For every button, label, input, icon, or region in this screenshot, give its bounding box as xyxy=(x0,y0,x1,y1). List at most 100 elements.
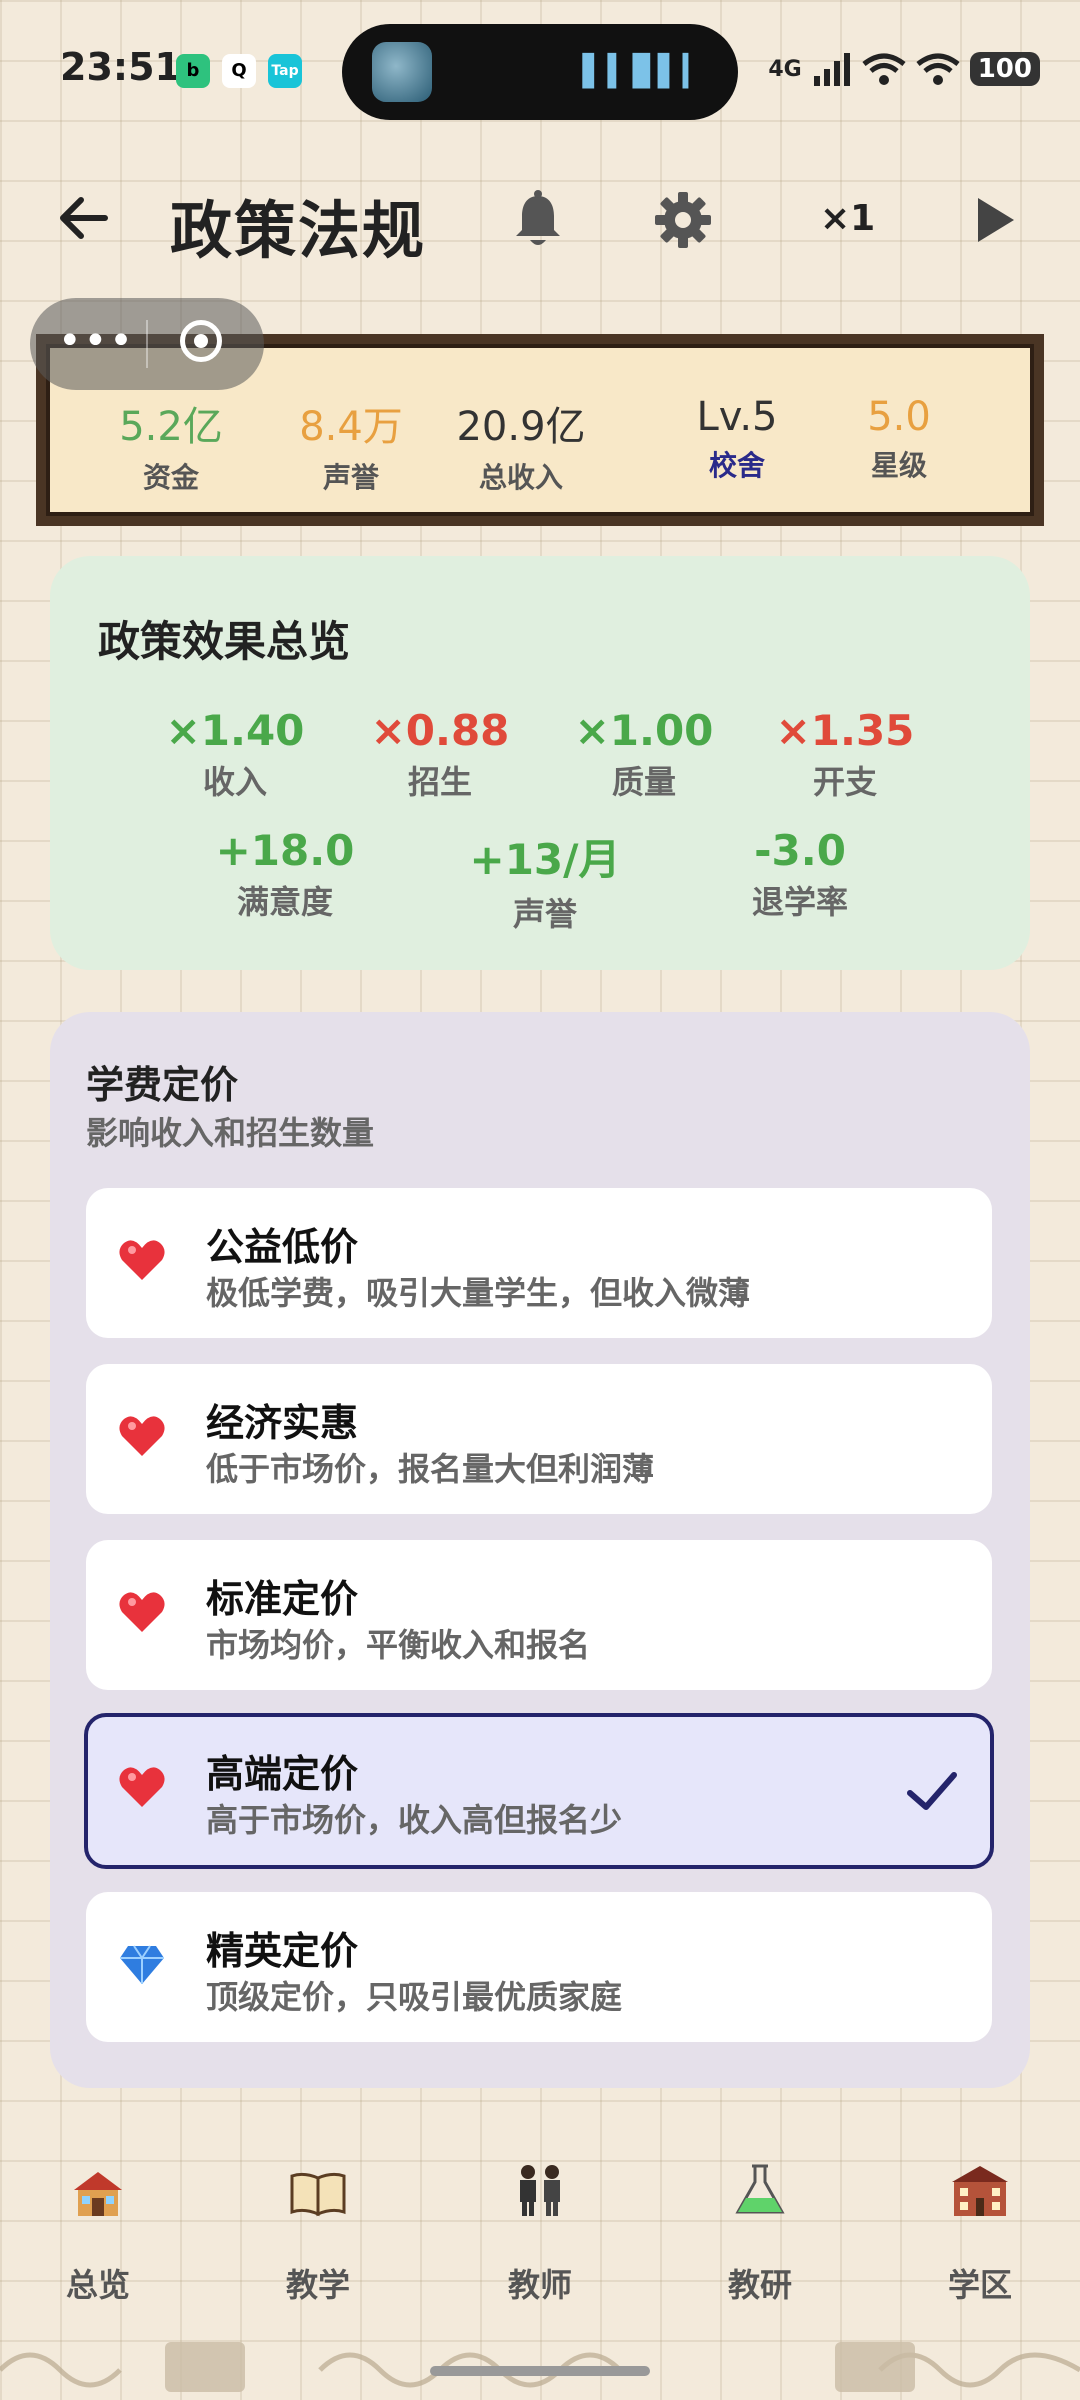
metric-enrollment: ×0.88 招生 xyxy=(340,706,540,803)
checkmark-icon xyxy=(907,1772,957,1810)
heart-icon xyxy=(119,1240,165,1280)
network-type: 4G xyxy=(768,56,802,82)
tap-notification-icon: Tap xyxy=(268,54,302,88)
book-icon xyxy=(238,2160,398,2240)
overview-title: 政策效果总览 xyxy=(98,617,351,666)
tuition-pricing-section: 学费定价 影响收入和招生数量 公益低价 极低学费，吸引大量学生，但收入微薄 经济… xyxy=(50,1012,1030,2088)
pricing-option-elite[interactable]: 精英定价 顶级定价，只吸引最优质家庭 xyxy=(86,1892,992,2042)
status-indicators: 4G 100 xyxy=(768,52,1040,86)
decorative-border xyxy=(0,2342,1080,2392)
stat-reputation: 8.4万 声誉 xyxy=(276,394,426,496)
option-description: 极低学费，吸引大量学生，但收入微薄 xyxy=(206,1274,751,1312)
metric-value: ×1.40 xyxy=(165,706,305,755)
metric-value: -3.0 xyxy=(754,826,846,875)
metric-label: 声誉 xyxy=(512,895,577,933)
gear-icon[interactable] xyxy=(653,190,713,250)
stat-value: Lv.5 xyxy=(696,394,778,440)
metric-value: ×0.88 xyxy=(370,706,510,755)
pricing-option-standard[interactable]: 标准定价 市场均价，平衡收入和报名 xyxy=(86,1540,992,1690)
play-icon[interactable] xyxy=(978,198,1014,242)
stat-label: 星级 xyxy=(870,449,927,482)
heart-icon xyxy=(119,1416,165,1456)
house-icon xyxy=(18,2160,178,2240)
mini-program-capsule: ••• xyxy=(30,298,264,390)
dynamic-island: ▌▍▊▌▎ xyxy=(342,24,738,120)
home-indicator[interactable] xyxy=(430,2366,650,2376)
nav-label: 教学 xyxy=(285,2266,350,2304)
option-name: 高端定价 xyxy=(206,1752,359,1796)
wifi-icon xyxy=(862,53,906,85)
close-target-icon[interactable] xyxy=(180,320,222,362)
metric-value: +18.0 xyxy=(215,826,355,875)
wifi-icon xyxy=(916,53,960,85)
nav-item-school-district[interactable]: 学区 xyxy=(900,2160,1060,2306)
option-description: 高于市场价，收入高但报名少 xyxy=(206,1801,623,1839)
metric-income: ×1.40 收入 xyxy=(135,706,335,803)
metric-value: ×1.35 xyxy=(775,706,915,755)
section-title: 学费定价 xyxy=(86,1063,239,1107)
audio-wave-icon: ▌▍▊▌▎ xyxy=(582,54,708,89)
diamond-icon xyxy=(120,1945,164,1984)
option-description: 低于市场价，报名量大但利润薄 xyxy=(206,1450,655,1488)
nav-item-teachers[interactable]: 教师 xyxy=(460,2160,620,2306)
metric-label: 开支 xyxy=(812,763,877,801)
stat-label: 资金 xyxy=(142,461,199,494)
qq-notification-icon: Q xyxy=(222,54,256,88)
nav-label: 教师 xyxy=(507,2266,572,2304)
nav-label: 总览 xyxy=(65,2266,130,2304)
stat-value: 5.0 xyxy=(867,394,931,440)
option-description: 市场均价，平衡收入和报名 xyxy=(206,1626,591,1664)
policy-effect-overview: 政策效果总览 ×1.40 收入 ×0.88 招生 ×1.00 质量 ×1.35 … xyxy=(50,556,1030,970)
game-speed-toggle[interactable]: ×1 xyxy=(820,198,875,239)
heart-icon xyxy=(119,1767,165,1807)
heart-icon xyxy=(119,1592,165,1632)
school-icon xyxy=(900,2160,1060,2240)
status-time: 23:51 xyxy=(60,45,181,89)
metric-value: ×1.00 xyxy=(574,706,714,755)
nav-item-research[interactable]: 教研 xyxy=(680,2160,840,2306)
stat-label: 总收入 xyxy=(478,461,563,494)
bell-icon[interactable] xyxy=(510,190,566,250)
page-title: 政策法规 xyxy=(170,194,427,267)
option-name: 公益低价 xyxy=(206,1225,359,1269)
stat-value: 20.9亿 xyxy=(456,404,586,450)
metric-label: 收入 xyxy=(202,763,267,801)
metric-dropout-rate: -3.0 退学率 xyxy=(700,826,900,923)
section-subtitle: 影响收入和招生数量 xyxy=(86,1114,375,1152)
app-notification-icon: b xyxy=(176,54,210,88)
pricing-option-economy[interactable]: 经济实惠 低于市场价，报名量大但利润薄 xyxy=(86,1364,992,1514)
stat-campus-level[interactable]: Lv.5 校舍 xyxy=(662,394,812,484)
metric-label: 质量 xyxy=(611,763,676,801)
stat-star-rating: 5.0 星级 xyxy=(824,394,974,484)
metric-reputation: +13/月 声誉 xyxy=(445,826,645,935)
stat-funds: 5.2亿 资金 xyxy=(96,394,246,496)
option-name: 经济实惠 xyxy=(206,1401,359,1445)
stat-label: 声誉 xyxy=(322,461,379,494)
nav-item-teaching[interactable]: 教学 xyxy=(238,2160,398,2306)
option-name: 标准定价 xyxy=(206,1577,359,1621)
metric-expense: ×1.35 开支 xyxy=(745,706,945,803)
stat-label: 校舍 xyxy=(708,449,765,482)
back-arrow-icon[interactable] xyxy=(55,190,111,256)
capsule-divider xyxy=(146,320,148,368)
metric-label: 满意度 xyxy=(236,883,333,921)
more-icon[interactable]: ••• xyxy=(58,316,135,366)
metric-satisfaction: +18.0 满意度 xyxy=(185,826,385,923)
pricing-option-low[interactable]: 公益低价 极低学费，吸引大量学生，但收入微薄 xyxy=(86,1188,992,1338)
metric-label: 退学率 xyxy=(751,883,848,921)
nav-item-overview[interactable]: 总览 xyxy=(18,2160,178,2306)
metric-quality: ×1.00 质量 xyxy=(544,706,744,803)
flask-icon xyxy=(680,2160,840,2240)
camera-cutout xyxy=(372,42,432,102)
signal-icon xyxy=(813,53,850,86)
metric-value: +13/月 xyxy=(469,835,621,884)
battery-indicator: 100 xyxy=(969,52,1040,86)
stat-value: 8.4万 xyxy=(299,404,403,450)
teachers-icon xyxy=(460,2160,620,2240)
option-name: 精英定价 xyxy=(206,1929,359,1973)
nav-label: 学区 xyxy=(947,2266,1012,2304)
stat-value: 5.2亿 xyxy=(119,404,223,450)
stat-total-income: 20.9亿 总收入 xyxy=(446,394,596,496)
metric-label: 招生 xyxy=(407,763,472,801)
pricing-option-premium[interactable]: 高端定价 高于市场价，收入高但报名少 xyxy=(84,1713,994,1869)
